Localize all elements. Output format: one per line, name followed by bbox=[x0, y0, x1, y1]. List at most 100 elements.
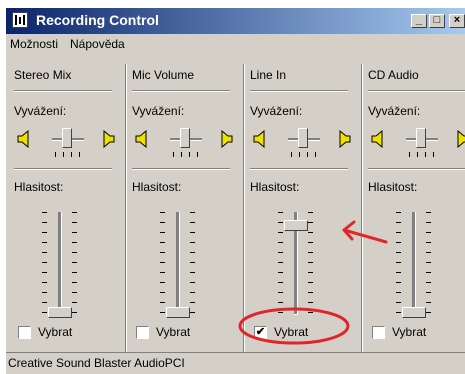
balance-ticks bbox=[291, 152, 321, 157]
balance-ticks bbox=[173, 152, 203, 157]
select-checkbox[interactable] bbox=[372, 326, 385, 339]
volume-tick bbox=[278, 252, 283, 253]
volume-tick bbox=[308, 272, 313, 273]
volume-tick bbox=[160, 312, 165, 313]
title-bar[interactable]: Recording Control _ □ × bbox=[6, 8, 465, 34]
volume-slider[interactable] bbox=[402, 307, 426, 318]
volume-tick bbox=[396, 212, 401, 213]
volume-tick bbox=[426, 212, 431, 213]
divider bbox=[132, 90, 230, 92]
balance-label: Vyvážení: bbox=[368, 104, 421, 118]
select-checkbox[interactable]: ✔ bbox=[254, 326, 267, 339]
speaker-right-icon bbox=[100, 129, 116, 149]
volume-tick bbox=[160, 252, 165, 253]
volume-tick bbox=[72, 262, 77, 263]
volume-tick bbox=[278, 262, 283, 263]
balance-slider[interactable] bbox=[416, 128, 426, 148]
volume-slider[interactable] bbox=[284, 220, 308, 231]
mixer-channels: Stereo Mix Vyvážení: Hlasitost: Vybrat Mic V… bbox=[6, 56, 465, 352]
volume-tick bbox=[190, 272, 195, 273]
mixer-app-icon[interactable] bbox=[12, 12, 28, 28]
volume-slider[interactable] bbox=[48, 307, 72, 318]
menu-options[interactable]: Možnosti bbox=[10, 37, 58, 51]
volume-tick bbox=[426, 272, 431, 273]
select-label[interactable]: Vybrat bbox=[156, 325, 190, 339]
volume-tick bbox=[308, 242, 313, 243]
volume-tick bbox=[72, 302, 77, 303]
divider bbox=[368, 90, 465, 92]
volume-tick bbox=[42, 302, 47, 303]
volume-tick bbox=[190, 222, 195, 223]
volume-tick bbox=[278, 282, 283, 283]
volume-tick bbox=[426, 282, 431, 283]
volume-tick bbox=[190, 262, 195, 263]
volume-tick bbox=[396, 272, 401, 273]
divider bbox=[132, 168, 230, 170]
volume-slider[interactable] bbox=[166, 307, 190, 318]
balance-slider[interactable] bbox=[62, 128, 72, 148]
balance-ticks bbox=[409, 152, 439, 157]
balance-slider[interactable] bbox=[180, 128, 190, 148]
volume-label: Hlasitost: bbox=[132, 180, 182, 194]
select-checkbox[interactable] bbox=[136, 326, 149, 339]
window-title: Recording Control bbox=[36, 12, 159, 28]
volume-track bbox=[176, 212, 180, 315]
channel-name: Line In bbox=[250, 68, 287, 82]
volume-tick bbox=[278, 272, 283, 273]
volume-tick bbox=[308, 212, 313, 213]
balance-label: Vyvážení: bbox=[132, 104, 185, 118]
status-text: Creative Sound Blaster AudioPCI bbox=[8, 356, 185, 370]
volume-tick bbox=[426, 232, 431, 233]
volume-tick bbox=[42, 232, 47, 233]
channel-name: Mic Volume bbox=[132, 68, 195, 82]
balance-slider[interactable] bbox=[298, 128, 308, 148]
minimize-button[interactable]: _ bbox=[411, 14, 427, 28]
select-label[interactable]: Vybrat bbox=[274, 325, 308, 339]
volume-tick bbox=[42, 222, 47, 223]
volume-tick bbox=[160, 282, 165, 283]
volume-tick bbox=[190, 232, 195, 233]
volume-tick bbox=[396, 242, 401, 243]
volume-tick bbox=[72, 242, 77, 243]
divider bbox=[250, 168, 348, 170]
volume-tick bbox=[190, 312, 195, 313]
volume-tick bbox=[72, 252, 77, 253]
maximize-button[interactable]: □ bbox=[429, 14, 445, 28]
volume-tick bbox=[42, 252, 47, 253]
channel-name: CD Audio bbox=[368, 68, 419, 82]
channel-stereo-mix: Stereo Mix Vyvážení: Hlasitost: Vybrat bbox=[10, 56, 128, 352]
volume-tick bbox=[278, 302, 283, 303]
volume-track bbox=[58, 212, 62, 315]
select-label[interactable]: Vybrat bbox=[38, 325, 72, 339]
volume-tick bbox=[160, 232, 165, 233]
volume-tick bbox=[308, 292, 313, 293]
menu-help[interactable]: Nápověda bbox=[70, 37, 125, 51]
volume-tick bbox=[278, 312, 283, 313]
volume-tick bbox=[308, 252, 313, 253]
speaker-right-icon bbox=[454, 129, 465, 149]
channel-line-in: Line In Vyvážení: Hlasitost: ✔ Vybrat bbox=[246, 56, 364, 352]
volume-tick bbox=[396, 232, 401, 233]
balance-ticks bbox=[55, 152, 85, 157]
volume-tick bbox=[396, 262, 401, 263]
balance-label: Vyvážení: bbox=[14, 104, 67, 118]
close-button[interactable]: × bbox=[449, 14, 465, 28]
volume-tick bbox=[190, 252, 195, 253]
volume-tick bbox=[190, 282, 195, 283]
volume-tick bbox=[426, 242, 431, 243]
select-checkbox[interactable] bbox=[18, 326, 31, 339]
volume-tick bbox=[42, 312, 47, 313]
volume-tick bbox=[426, 262, 431, 263]
volume-tick bbox=[426, 222, 431, 223]
volume-tick bbox=[396, 302, 401, 303]
volume-tick bbox=[396, 222, 401, 223]
volume-tick bbox=[160, 212, 165, 213]
volume-tick bbox=[308, 232, 313, 233]
select-label[interactable]: Vybrat bbox=[392, 325, 426, 339]
status-bar: Creative Sound Blaster AudioPCI bbox=[6, 352, 465, 374]
volume-tick bbox=[160, 272, 165, 273]
speaker-left-icon bbox=[370, 129, 386, 149]
volume-tick bbox=[190, 212, 195, 213]
volume-tick bbox=[308, 222, 313, 223]
channel-name: Stereo Mix bbox=[14, 68, 72, 82]
